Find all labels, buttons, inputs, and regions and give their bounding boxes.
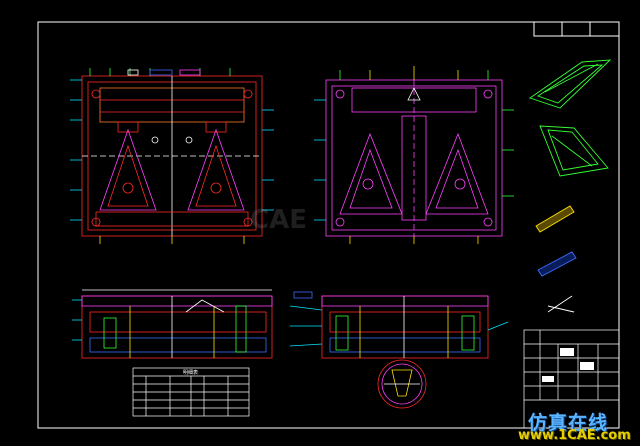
mold-section-view-right <box>289 291 509 409</box>
mold-section-view-left <box>72 289 273 359</box>
drawing-frame <box>37 21 620 429</box>
mold-core-view-magenta <box>314 66 514 244</box>
cad-drawing-canvas: 明细表 <box>37 21 620 429</box>
part-isometric-views <box>529 59 612 313</box>
center-watermark: CAE <box>250 205 307 235</box>
bom-table-title: 明细表 <box>183 369 198 376</box>
mold-plan-view-red <box>70 68 274 244</box>
watermark-url: www.1CAE.com <box>518 428 631 443</box>
